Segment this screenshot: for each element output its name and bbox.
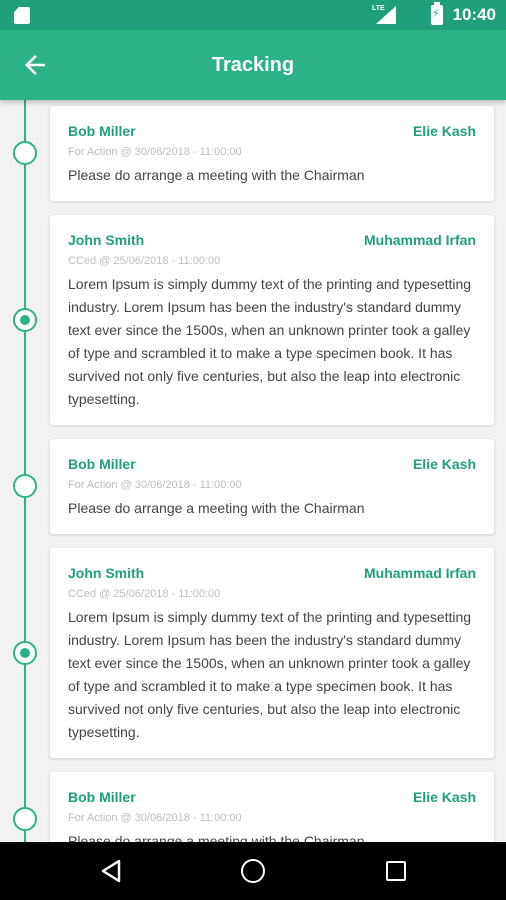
timeline-node-hollow	[13, 141, 37, 165]
message-text: Please do arrange a meeting with the Cha…	[68, 833, 365, 842]
recipient-name: Muhammad Irfan	[363, 565, 476, 581]
tracking-card[interactable]: Bob Miller Elie Kash For Action @ 30/06/…	[50, 106, 494, 201]
sender-name: Bob Miller	[68, 456, 136, 472]
battery-charging-icon	[431, 2, 443, 25]
recipient-name: Elie Kash	[412, 123, 476, 139]
back-button[interactable]	[20, 50, 50, 80]
action-meta: For Action @ 30/06/2018 - 11:00:00	[68, 812, 242, 824]
action-meta: CCed @ 25/06/2018 - 11:00:00	[68, 588, 221, 600]
arrow-back-icon	[25, 55, 45, 75]
timeline-node-hollow	[13, 807, 37, 831]
message-text: Please do arrange a meeting with the Cha…	[68, 167, 365, 183]
page-title: Tracking	[211, 54, 295, 76]
action-meta: CCed @ 25/06/2018 - 11:00:00	[68, 255, 221, 267]
tracking-card[interactable]: John Smith Muhammad Irfan CCed @ 25/06/2…	[50, 215, 494, 425]
recipient-name: Elie Kash	[412, 789, 476, 805]
status-time: 10:40	[452, 5, 496, 24]
action-meta: For Action @ 30/06/2018 - 11:00:00	[68, 146, 242, 158]
recipient-name: Muhammad Irfan	[363, 232, 476, 248]
recipient-name: Elie Kash	[412, 456, 476, 472]
timeline-node-hollow	[13, 474, 37, 498]
message-text: Lorem Ipsum is simply dummy text of the …	[68, 609, 472, 740]
sd-card-icon	[14, 7, 30, 24]
tracking-card[interactable]: Bob Miller Elie Kash For Action @ 30/06/…	[50, 772, 494, 842]
tracking-card[interactable]: John Smith Muhammad Irfan CCed @ 25/06/2…	[50, 548, 494, 758]
sender-name: John Smith	[68, 565, 145, 581]
timeline-node-filled	[13, 641, 37, 665]
nav-recents-icon[interactable]	[386, 861, 406, 881]
message-text: Please do arrange a meeting with the Cha…	[68, 500, 365, 516]
status-bar: LTE 10:40	[0, 0, 506, 30]
sender-name: Bob Miller	[68, 789, 136, 805]
message-text: Lorem Ipsum is simply dummy text of the …	[68, 276, 472, 407]
navigation-bar	[0, 842, 506, 900]
signal-icon	[376, 6, 396, 24]
sender-name: Bob Miller	[68, 123, 136, 139]
tracking-timeline[interactable]: Bob Miller Elie Kash For Action @ 30/06/…	[0, 100, 506, 842]
app-bar: Tracking	[0, 30, 506, 100]
timeline-line	[24, 100, 26, 842]
nav-home-icon[interactable]	[241, 859, 265, 883]
tracking-card[interactable]: Bob Miller Elie Kash For Action @ 30/06/…	[50, 439, 494, 534]
timeline-node-filled	[13, 308, 37, 332]
action-meta: For Action @ 30/06/2018 - 11:00:00	[68, 479, 242, 491]
sender-name: John Smith	[68, 232, 145, 248]
nav-back-icon[interactable]	[100, 859, 122, 883]
